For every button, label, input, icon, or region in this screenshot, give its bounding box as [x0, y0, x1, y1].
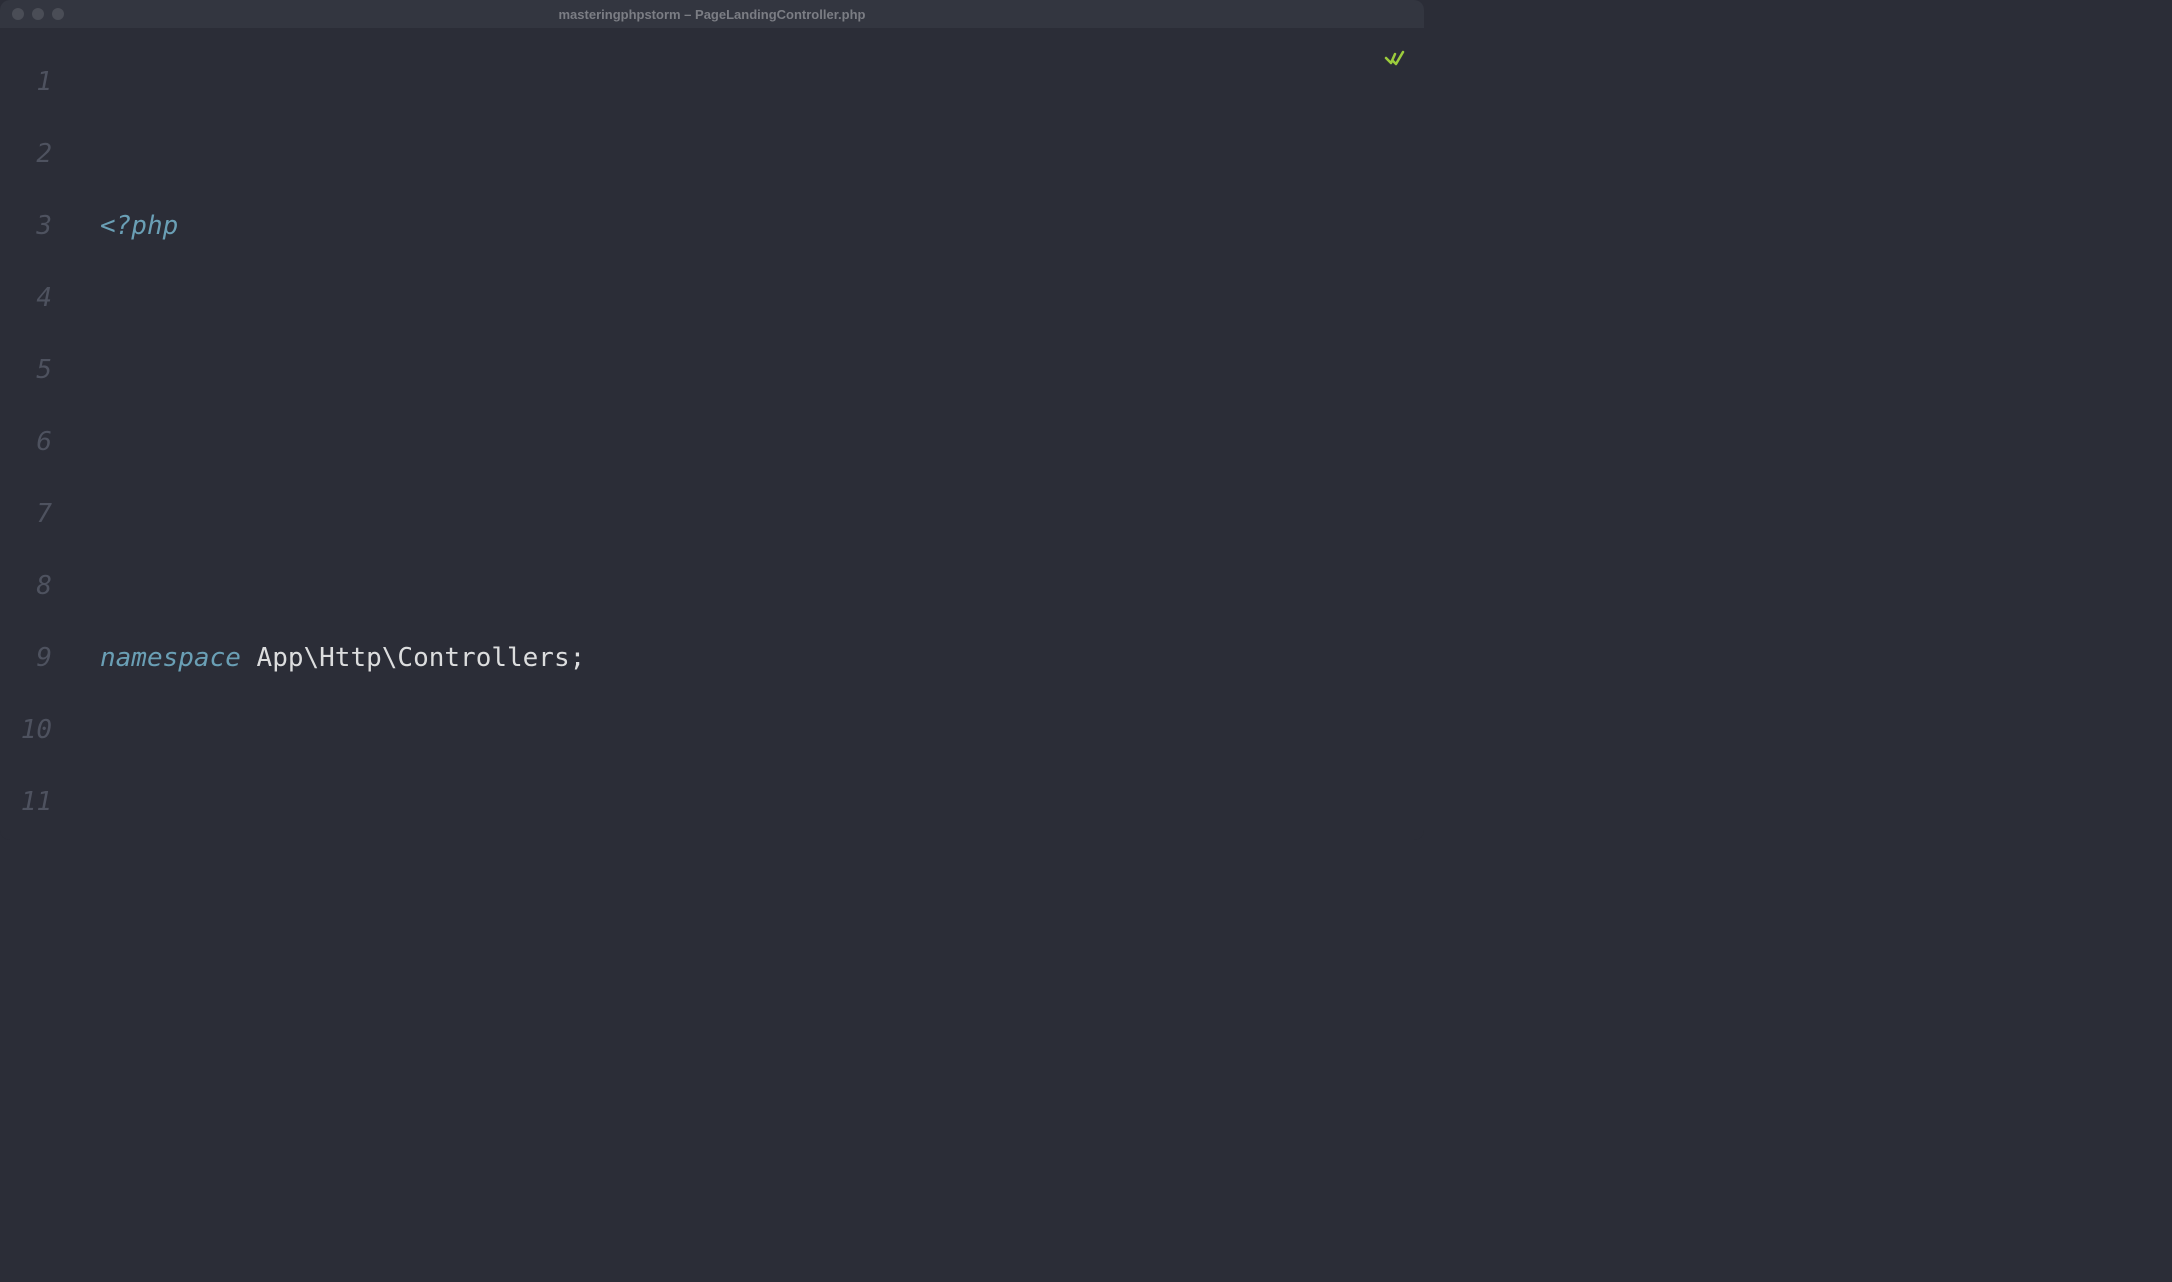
keyword-namespace: namespace	[100, 622, 241, 694]
line-number: 9	[0, 622, 52, 694]
line-number: 2	[0, 118, 52, 190]
code-line[interactable]: namespace App\Http\Controllers;	[100, 622, 1424, 694]
php-open-tag: <?php	[100, 190, 178, 262]
line-number: 3	[0, 190, 52, 262]
editor-area[interactable]: 1 2 3 4 5 6 7 8 9 10 11 <?php namespace …	[0, 28, 1424, 840]
line-number: 7	[0, 478, 52, 550]
line-number: 10	[0, 694, 52, 766]
window-frame: masteringphpstorm – PageLandingControlle…	[0, 0, 1424, 840]
line-number: 8	[0, 550, 52, 622]
line-number-gutter: 1 2 3 4 5 6 7 8 9 10 11	[0, 28, 100, 840]
semicolon: ;	[570, 622, 586, 694]
namespace-path: App\Http\Controllers	[241, 622, 570, 694]
code-pane[interactable]: <?php namespace App\Http\Controllers; cl…	[100, 28, 1424, 840]
title-bar: masteringphpstorm – PageLandingControlle…	[0, 0, 1424, 28]
window-title: masteringphpstorm – PageLandingControlle…	[0, 7, 1424, 22]
code-line[interactable]	[100, 406, 1424, 478]
code-line[interactable]	[100, 838, 1424, 840]
maximize-window-button[interactable]	[52, 8, 64, 20]
inspection-ok-icon[interactable]	[1382, 46, 1406, 70]
line-number: 11	[0, 766, 52, 838]
line-number: 6	[0, 406, 52, 478]
minimize-window-button[interactable]	[32, 8, 44, 20]
code-line[interactable]: <?php	[100, 190, 1424, 262]
line-number: 5	[0, 334, 52, 406]
close-window-button[interactable]	[12, 8, 24, 20]
traffic-lights	[12, 8, 64, 20]
line-number: 4	[0, 262, 52, 334]
line-number: 1	[0, 46, 52, 118]
